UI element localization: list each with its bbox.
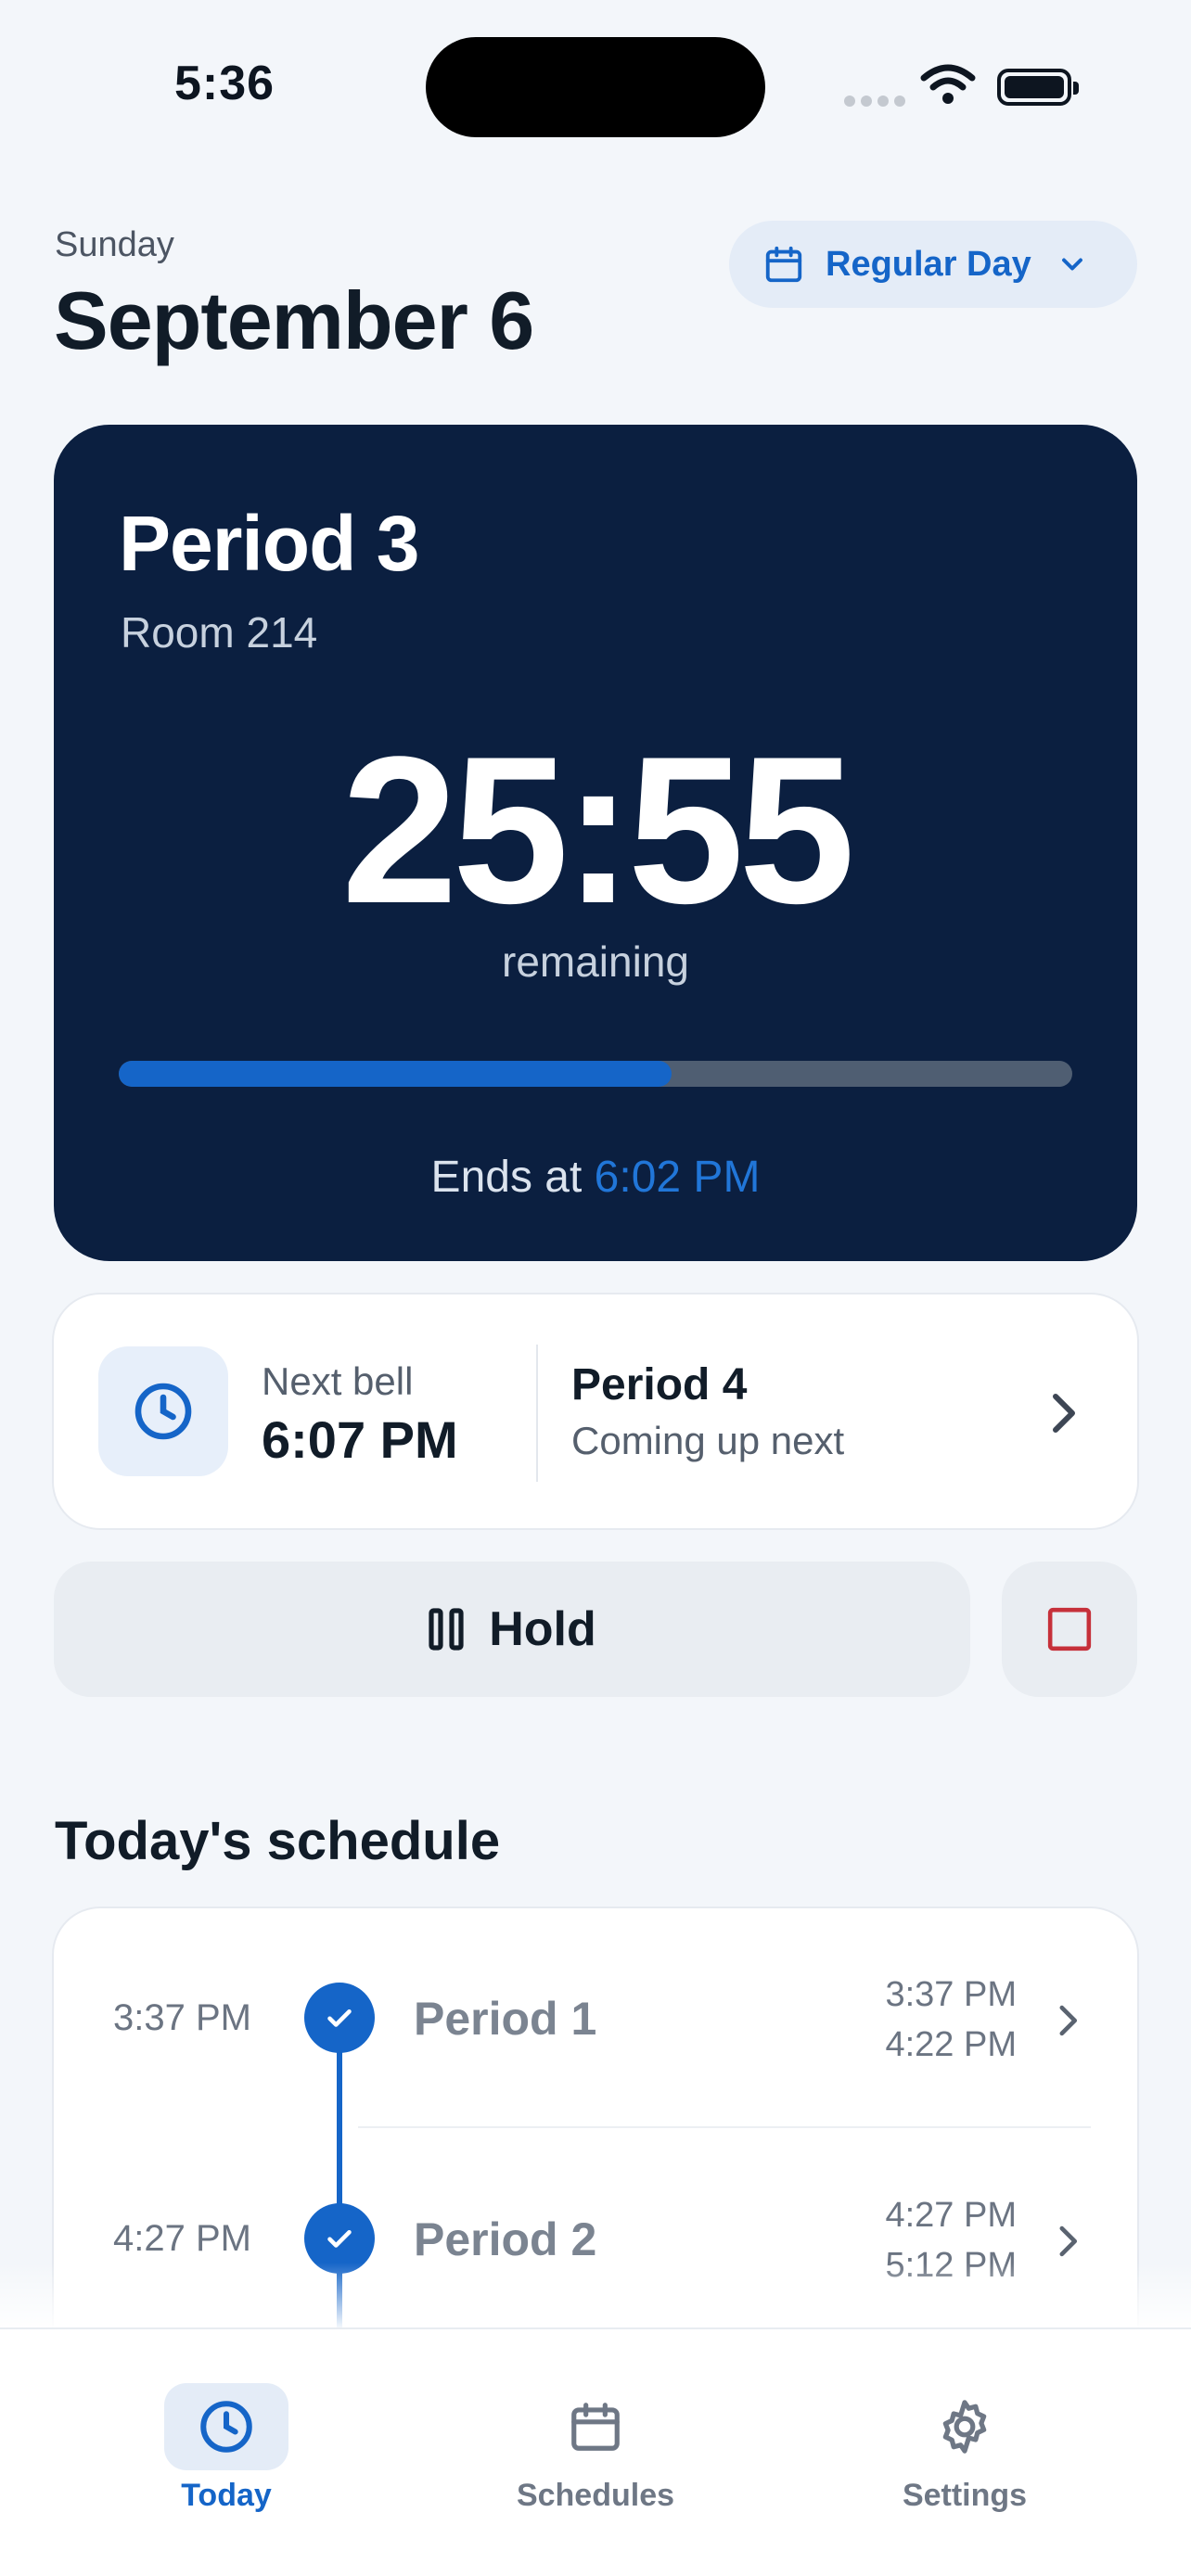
tab-schedules-icon-wrap: [533, 2383, 658, 2470]
current-period-title: Period 3: [119, 500, 419, 587]
next-bell-label: Next bell: [262, 1359, 414, 1403]
next-bell-time: 6:07 PM: [262, 1410, 458, 1469]
dynamic-island: [426, 37, 765, 137]
wifi-icon: [920, 64, 976, 104]
check-icon: [327, 2009, 352, 2027]
cellular-signal-icon: [844, 95, 911, 111]
schedule-row-1-end: 4:22 PM: [885, 2025, 1017, 2064]
ends-at-text: Ends at 6:02 PM: [54, 1152, 1137, 1203]
chevron-right-icon: [1053, 1394, 1075, 1433]
weekday-label: Sunday: [55, 225, 174, 264]
chevron-right-icon[interactable]: [1052, 1999, 1083, 2042]
tab-schedules[interactable]: Schedules: [456, 2383, 735, 2531]
tab-today[interactable]: Today: [87, 2383, 365, 2531]
next-period-subtitle: Coming up next: [571, 1419, 845, 1462]
tab-settings-label: Settings: [902, 2478, 1028, 2513]
schedule-row-1-start: 3:37 PM: [885, 1975, 1017, 2014]
schedule-row-1-check: [304, 1983, 375, 2053]
tab-today-label: Today: [181, 2478, 272, 2513]
tab-today-icon-wrap: [164, 2383, 288, 2470]
stop-icon: [1047, 1607, 1092, 1651]
period-progress-bar: [119, 1061, 1072, 1087]
stop-button[interactable]: [1002, 1562, 1137, 1697]
period-progress-fill: [119, 1061, 672, 1087]
tab-settings[interactable]: Settings: [826, 2383, 1104, 2531]
day-type-dropdown[interactable]: Regular Day: [729, 221, 1137, 308]
schedule-row-2-time: 4:27 PM: [113, 2218, 251, 2259]
schedule-row-2-start: 4:27 PM: [885, 2196, 1017, 2235]
clock-icon: [134, 1383, 192, 1440]
pause-icon: [429, 1608, 464, 1651]
check-icon: [327, 2230, 352, 2248]
schedule-row-1-range: 3:37 PM 4:22 PM: [835, 1970, 1017, 2070]
schedule-row-1-name[interactable]: Period 1: [414, 1992, 596, 2046]
ends-prefix: Ends at: [430, 1153, 583, 1202]
battery-icon: [997, 69, 1079, 106]
next-bell-clock-tile: [98, 1346, 228, 1476]
clock-icon: [200, 2401, 252, 2453]
schedule-title: Today's schedule: [55, 1811, 501, 1871]
calendar-icon: [765, 246, 802, 283]
ends-time: 6:02 PM: [594, 1153, 761, 1202]
hold-button[interactable]: Hold: [54, 1562, 970, 1697]
next-period-name: Period 4: [571, 1360, 748, 1409]
tab-settings-icon-wrap: [903, 2383, 1027, 2470]
schedule-row-1-time: 3:37 PM: [113, 1997, 251, 2038]
countdown-timer: 25:55: [340, 712, 855, 947]
current-room: Room 214: [121, 608, 318, 657]
chevron-right-icon[interactable]: [1052, 2220, 1083, 2263]
page-title-date: September 6: [54, 274, 534, 366]
day-type-label: Regular Day: [826, 244, 1031, 284]
chevron-down-icon: [1061, 258, 1082, 271]
tabbar-fade: [0, 2263, 1191, 2327]
tab-schedules-label: Schedules: [516, 2478, 675, 2513]
calendar-icon: [571, 2403, 620, 2451]
remaining-label: remaining: [502, 937, 689, 986]
next-bell-divider: [536, 1345, 538, 1482]
schedule-row-divider: [358, 2126, 1091, 2128]
status-time: 5:36: [174, 57, 275, 110]
hold-label: Hold: [489, 1602, 596, 1656]
schedule-row-2-name[interactable]: Period 2: [414, 2213, 596, 2266]
gear-icon: [942, 2400, 987, 2454]
